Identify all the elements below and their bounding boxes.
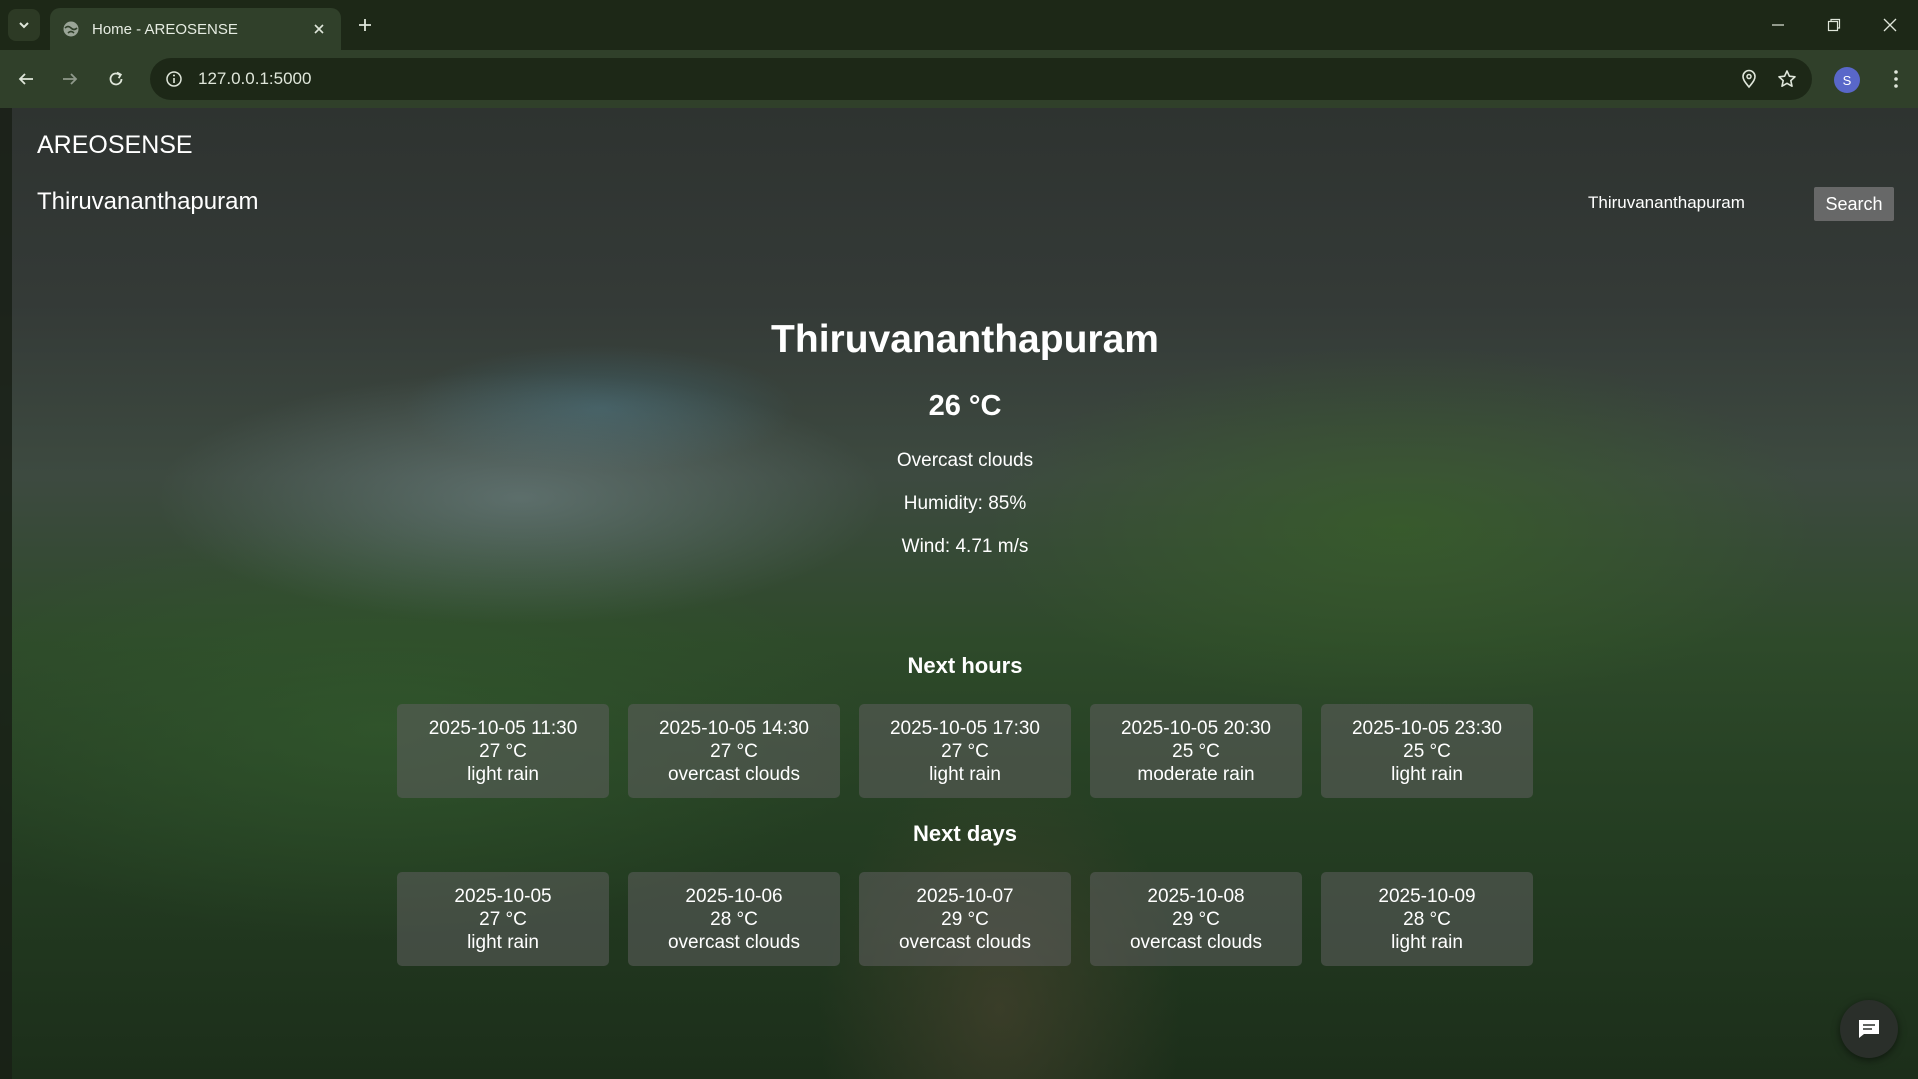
forecast-date: 2025-10-08 xyxy=(1147,885,1245,907)
close-window-button[interactable] xyxy=(1862,0,1918,50)
forecast-desc: light rain xyxy=(467,931,539,953)
tab-close-button[interactable] xyxy=(309,19,329,39)
restore-icon xyxy=(1827,18,1841,32)
forecast-time: 2025-10-05 23:30 xyxy=(1351,717,1502,739)
plus-icon xyxy=(359,19,371,31)
forecast-temp: 28 °C xyxy=(710,908,758,930)
url-text[interactable]: 127.0.0.1:5000 xyxy=(198,69,1730,89)
nav-city-name: Thiruvananthapuram xyxy=(37,188,259,215)
forecast-desc: light rain xyxy=(1391,763,1463,785)
current-wind: Wind: 4.71 m/s xyxy=(901,536,1029,557)
forecast-desc: overcast clouds xyxy=(1129,931,1262,953)
arrow-left-icon xyxy=(18,73,33,85)
forecast-desc: light rain xyxy=(467,763,539,785)
left-edge xyxy=(0,108,12,1079)
search-button[interactable]: Search xyxy=(1814,187,1894,221)
hourly-forecast-card: 2025-10-05 20:30 25 °C moderate rain xyxy=(1090,704,1302,798)
site-info-button[interactable] xyxy=(154,58,194,100)
browser-toolbar: 127.0.0.1:5000 S xyxy=(0,50,1918,108)
forecast-temp: 27 °C xyxy=(479,908,527,930)
hourly-forecast-list: 2025-10-05 11:30 27 °C light rain 2025-1… xyxy=(397,704,1533,798)
city-search-input[interactable] xyxy=(1580,188,1812,218)
close-icon xyxy=(1883,18,1897,32)
bookmark-button[interactable] xyxy=(1768,58,1806,100)
forecast-time: 2025-10-05 14:30 xyxy=(658,717,809,739)
tab-title: Home - AREOSENSE xyxy=(92,20,238,38)
forecast-desc: light rain xyxy=(1391,931,1463,953)
hourly-forecast-card: 2025-10-05 17:30 27 °C light rain xyxy=(859,704,1071,798)
location-pin-icon xyxy=(1742,69,1756,89)
new-tab-button[interactable] xyxy=(352,12,378,38)
current-humidity: Humidity: 85% xyxy=(903,493,1027,514)
minimize-button[interactable] xyxy=(1750,0,1806,50)
daily-forecast-card: 2025-10-05 27 °C light rain xyxy=(397,872,609,966)
browser-tab-bar: Home - AREOSENSE xyxy=(0,0,1918,50)
daily-forecast-card: 2025-10-06 28 °C overcast clouds xyxy=(628,872,840,966)
forecast-time: 2025-10-05 20:30 xyxy=(1120,717,1271,739)
forecast-desc: overcast clouds xyxy=(667,931,800,953)
info-icon xyxy=(166,71,182,87)
forecast-desc: light rain xyxy=(929,763,1001,785)
browser-tab[interactable]: Home - AREOSENSE xyxy=(50,8,341,50)
current-temperature: 26 °C xyxy=(928,390,1002,422)
forecast-date: 2025-10-07 xyxy=(916,885,1014,907)
current-city-title: Thiruvananthapuram xyxy=(771,318,1159,361)
brand-logo[interactable]: AREOSENSE xyxy=(37,131,193,160)
chevron-down-icon xyxy=(19,22,29,29)
address-bar[interactable]: 127.0.0.1:5000 xyxy=(150,58,1812,100)
page-viewport: AREOSENSE Thiruvananthapuram Search Thir… xyxy=(0,108,1918,1079)
tab-list-button[interactable] xyxy=(8,9,40,41)
forecast-temp: 27 °C xyxy=(941,740,989,762)
reload-icon xyxy=(109,71,123,86)
forecast-desc: overcast clouds xyxy=(898,931,1031,953)
minimize-icon xyxy=(1772,24,1784,26)
location-button[interactable] xyxy=(1730,58,1768,100)
forecast-temp: 28 °C xyxy=(1403,908,1451,930)
forecast-desc: overcast clouds xyxy=(667,763,800,785)
hourly-forecast-card: 2025-10-05 23:30 25 °C light rain xyxy=(1321,704,1533,798)
forecast-temp: 29 °C xyxy=(1172,908,1220,930)
globe-icon xyxy=(63,21,79,37)
next-days-heading: Next days xyxy=(913,821,1017,846)
forecast-time: 2025-10-05 11:30 xyxy=(428,717,578,739)
restore-button[interactable] xyxy=(1806,0,1862,50)
browser-menu-button[interactable] xyxy=(1880,63,1912,95)
forecast-temp: 25 °C xyxy=(1172,740,1220,762)
daily-forecast-card: 2025-10-07 29 °C overcast clouds xyxy=(859,872,1071,966)
hourly-forecast-card: 2025-10-05 11:30 27 °C light rain xyxy=(397,704,609,798)
forecast-temp: 27 °C xyxy=(479,740,527,762)
forecast-date: 2025-10-06 xyxy=(685,885,783,907)
forecast-temp: 29 °C xyxy=(941,908,989,930)
forecast-date: 2025-10-05 xyxy=(454,885,552,907)
close-icon xyxy=(314,24,324,34)
daily-forecast-card: 2025-10-08 29 °C overcast clouds xyxy=(1090,872,1302,966)
chat-button[interactable] xyxy=(1840,1000,1898,1058)
profile-avatar[interactable]: S xyxy=(1834,67,1860,93)
forecast-temp: 25 °C xyxy=(1403,740,1451,762)
back-button[interactable] xyxy=(10,63,42,95)
star-icon xyxy=(1778,70,1796,87)
forecast-date: 2025-10-09 xyxy=(1378,885,1476,907)
kebab-menu-icon xyxy=(1894,70,1898,88)
reload-button[interactable] xyxy=(100,63,132,95)
hourly-forecast-card: 2025-10-05 14:30 27 °C overcast clouds xyxy=(628,704,840,798)
daily-forecast-list: 2025-10-05 27 °C light rain 2025-10-06 2… xyxy=(397,872,1533,966)
arrow-right-icon xyxy=(63,73,78,85)
forecast-desc: moderate rain xyxy=(1137,763,1255,785)
current-description: Overcast clouds xyxy=(896,450,1034,471)
daily-forecast-card: 2025-10-09 28 °C light rain xyxy=(1321,872,1533,966)
next-hours-heading: Next hours xyxy=(907,653,1023,678)
forecast-time: 2025-10-05 17:30 xyxy=(889,717,1040,739)
forward-button[interactable] xyxy=(54,63,86,95)
chat-icon xyxy=(1859,1020,1879,1038)
forecast-temp: 27 °C xyxy=(710,740,758,762)
